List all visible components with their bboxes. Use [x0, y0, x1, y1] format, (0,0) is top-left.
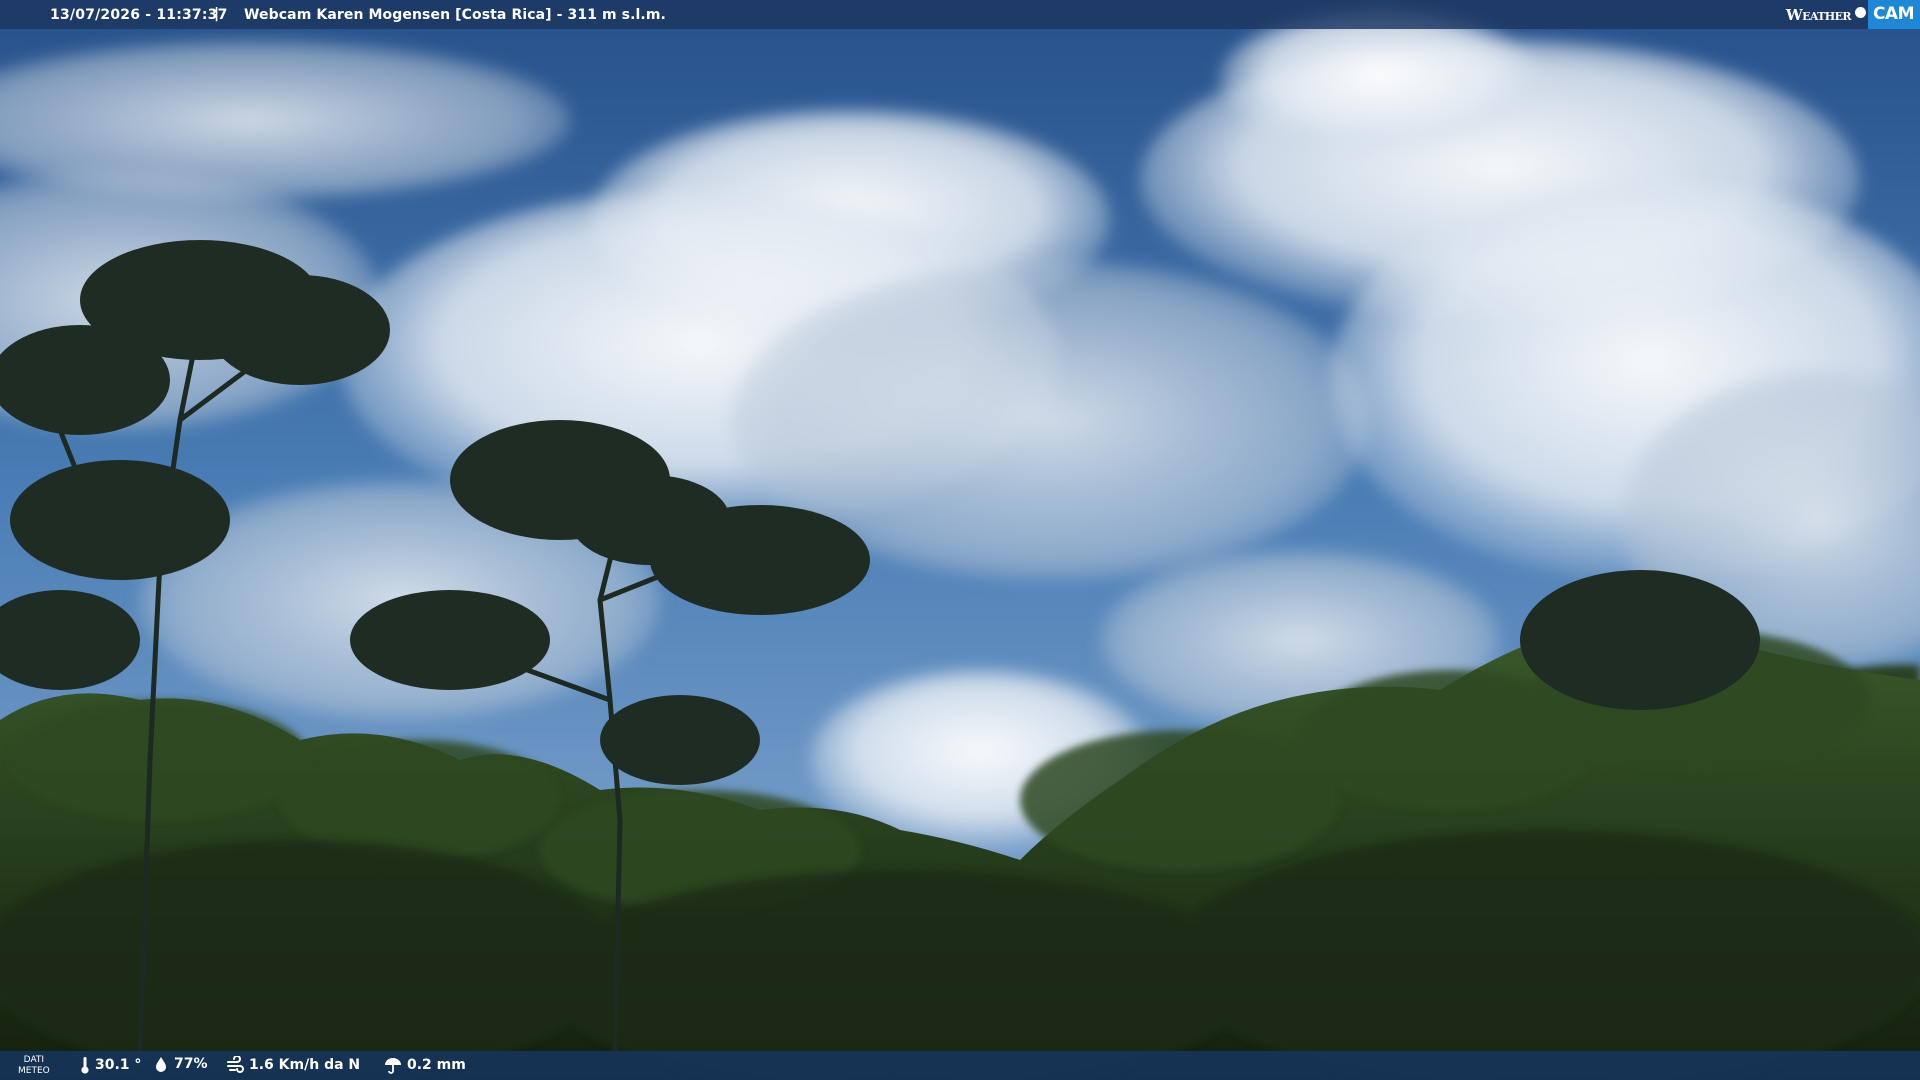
dati-meteo-label: DATI METEO [18, 1055, 50, 1077]
thermometer-icon [80, 1056, 90, 1074]
webcam-header-bar: 13/07/2026 - 11:37:37 | Webcam Karen Mog… [0, 0, 1920, 29]
rain-value: 0.2 mm [407, 1057, 466, 1073]
umbrella-icon [384, 1056, 402, 1074]
logo-cam-text: CAM [1867, 0, 1920, 29]
dati-label-line1: DATI [23, 1055, 45, 1065]
weather-data-bar: DATI METEO 30.1 ° 77% 1.6 Km/h da N 0.2 … [0, 1051, 1920, 1080]
dati-label-line2: METEO [18, 1066, 50, 1076]
droplet-icon [153, 1056, 169, 1072]
header-separator: | [214, 6, 220, 22]
timestamp: 13/07/2026 - 11:37:37 [50, 7, 228, 23]
humidity-value: 77% [174, 1056, 208, 1072]
rain-reading: 0.2 mm [384, 1056, 466, 1074]
camera-title: Webcam Karen Mogensen [Costa Rica] - 311… [244, 7, 666, 23]
humidity-reading: 77% [153, 1056, 208, 1072]
temperature-value: 30.1 ° [95, 1057, 142, 1073]
logo-weather-text: Weather [1785, 6, 1852, 24]
logo-dot-icon [1854, 7, 1866, 18]
wind-reading: 1.6 Km/h da N [226, 1056, 360, 1074]
webcam-image [0, 0, 1920, 1080]
temperature-reading: 30.1 ° [80, 1056, 141, 1074]
wind-icon [226, 1056, 244, 1074]
weathercam-logo[interactable]: Weather CAM [1778, 0, 1920, 29]
wind-value: 1.6 Km/h da N [249, 1057, 361, 1073]
